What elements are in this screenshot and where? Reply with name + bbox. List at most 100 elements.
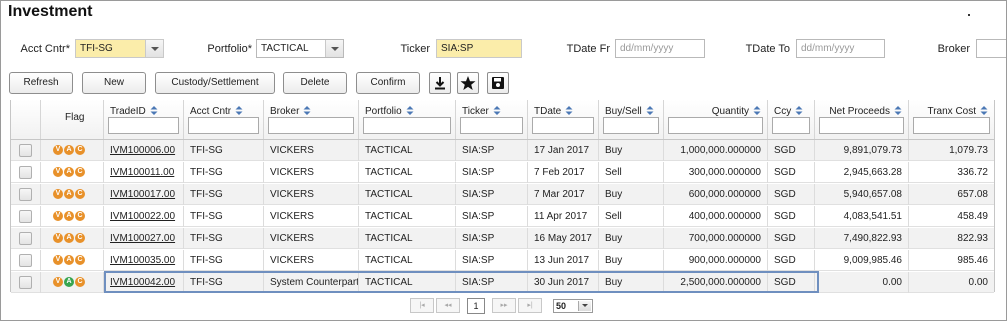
download-button[interactable] [429,72,451,94]
trade-id-link[interactable]: IVM100006.00 [110,145,175,156]
col-ccy[interactable]: Ccy [768,100,815,140]
trade-id-link[interactable]: IVM100017.00 [110,189,175,200]
acct-cntr-select[interactable]: TFI-SG [75,39,164,58]
flag-c-icon[interactable]: C [75,277,85,287]
col-quantity[interactable]: Quantity [664,100,768,140]
trade-id-link[interactable]: IVM100022.00 [110,211,175,222]
ticker-input[interactable]: SIA:SP [436,39,522,58]
col-tdate[interactable]: TDate [528,100,599,140]
row-checkbox[interactable] [19,166,32,179]
filter-broker-input[interactable] [268,117,354,134]
row-checkbox[interactable] [19,254,32,267]
next-page-button[interactable]: ▸▸ [492,298,516,313]
flag-c-icon[interactable]: C [75,211,85,221]
sort-icon[interactable] [235,106,243,115]
row-checkbox[interactable] [19,188,32,201]
sort-icon[interactable] [753,106,761,115]
filter-net-proceeds-input[interactable] [819,117,904,134]
row-checkbox[interactable] [19,144,32,157]
col-tranx-cost[interactable]: Tranx Cost [909,100,994,140]
row-trade-id[interactable]: IVM100027.00 [104,228,184,249]
flag-a-icon[interactable]: A [64,145,74,155]
custody-settlement-button[interactable]: Custody/Settlement [155,72,275,94]
flag-a-icon[interactable]: A [64,233,74,243]
table-row[interactable]: V A C IVM100035.00 TFI-SG VICKERS TACTICAL SIA:… [11,250,994,271]
filter-acct-cntr-input[interactable] [188,117,259,134]
sort-icon[interactable] [565,106,573,115]
sort-icon[interactable] [303,106,311,115]
flag-v-icon[interactable]: V [53,233,63,243]
row-trade-id[interactable]: IVM100017.00 [104,184,184,205]
table-row[interactable]: V A C IVM100011.00 TFI-SG VICKERS TACTICAL SIA:… [11,162,994,183]
table-row[interactable]: V A C IVM100027.00 TFI-SG VICKERS TACTICAL SIA:… [11,228,994,249]
refresh-button[interactable]: Refresh [9,72,73,94]
flag-a-icon[interactable]: A [64,277,74,287]
flag-a-icon[interactable]: A [64,211,74,221]
chevron-down-icon[interactable] [325,40,343,57]
table-row[interactable]: V A C IVM100022.00 TFI-SG VICKERS TACTICAL SIA:… [11,206,994,227]
confirm-button[interactable]: Confirm [356,72,420,94]
chevron-down-icon[interactable] [578,301,591,311]
page-size-select[interactable]: 50 [553,299,593,313]
portfolio-select[interactable]: TACTICAL [256,39,344,58]
flag-c-icon[interactable]: C [75,145,85,155]
filter-portfolio-input[interactable] [363,117,451,134]
menu-dot-icon[interactable] [968,14,970,16]
col-buy-sell[interactable]: Buy/Sell [599,100,664,140]
flag-c-icon[interactable]: C [75,233,85,243]
save-button[interactable] [487,72,509,94]
first-page-button[interactable]: |◂ [410,298,434,313]
row-trade-id[interactable]: IVM100011.00 [104,162,184,183]
new-button[interactable]: New [82,72,146,94]
chevron-down-icon[interactable] [145,40,163,57]
sort-icon[interactable] [795,106,803,115]
favorite-button[interactable] [457,72,479,94]
flag-v-icon[interactable]: V [53,167,63,177]
sort-icon[interactable] [646,106,654,115]
table-row[interactable]: V A C IVM100006.00 TFI-SG VICKERS TACTICAL SIA:… [11,140,994,161]
flag-v-icon[interactable]: V [53,255,63,265]
flag-c-icon[interactable]: C [75,255,85,265]
flag-a-icon[interactable]: A [64,255,74,265]
row-checkbox[interactable] [19,232,32,245]
col-tradeid[interactable]: TradeID [104,100,184,140]
sort-icon[interactable] [980,106,988,115]
filter-quantity-input[interactable] [668,117,763,134]
filter-buy-sell-input[interactable] [603,117,659,134]
flag-v-icon[interactable]: V [53,211,63,221]
flag-a-icon[interactable]: A [64,167,74,177]
filter-tdate-input[interactable] [532,117,594,134]
flag-c-icon[interactable]: C [75,189,85,199]
row-checkbox[interactable] [19,276,32,289]
row-trade-id[interactable]: IVM100006.00 [104,140,184,161]
broker-input[interactable] [976,39,1006,58]
sort-icon[interactable] [493,106,501,115]
filter-ccy-input[interactable] [772,117,810,134]
row-trade-id[interactable]: IVM100022.00 [104,206,184,227]
col-ticker[interactable]: Ticker [456,100,528,140]
filter-ticker-input[interactable] [460,117,523,134]
col-acct-cntr[interactable]: Acct Cntr [184,100,264,140]
delete-button[interactable]: Delete [283,72,347,94]
flag-v-icon[interactable]: V [53,277,63,287]
flag-v-icon[interactable]: V [53,145,63,155]
col-portfolio[interactable]: Portfolio [359,100,456,140]
row-trade-id[interactable]: IVM100035.00 [104,250,184,271]
row-checkbox[interactable] [19,210,32,223]
tdate-fr-input[interactable]: dd/mm/yyyy [615,39,705,58]
page-number[interactable]: 1 [467,298,485,314]
col-broker[interactable]: Broker [264,100,359,140]
sort-icon[interactable] [150,106,158,115]
flag-c-icon[interactable]: C [75,167,85,177]
prev-page-button[interactable]: ◂◂ [436,298,460,313]
trade-id-link[interactable]: IVM100035.00 [110,255,175,266]
trade-id-link[interactable]: IVM100027.00 [110,233,175,244]
trade-id-link[interactable]: IVM100011.00 [110,167,174,178]
last-page-button[interactable]: ▸| [518,298,542,313]
flag-v-icon[interactable]: V [53,189,63,199]
filter-tradeid-input[interactable] [108,117,179,134]
filter-tranx-cost-input[interactable] [913,117,990,134]
col-net-proceeds[interactable]: Net Proceeds [815,100,909,140]
table-row[interactable]: V A C IVM100017.00 TFI-SG VICKERS TACTICAL SIA:… [11,184,994,205]
flag-a-icon[interactable]: A [64,189,74,199]
